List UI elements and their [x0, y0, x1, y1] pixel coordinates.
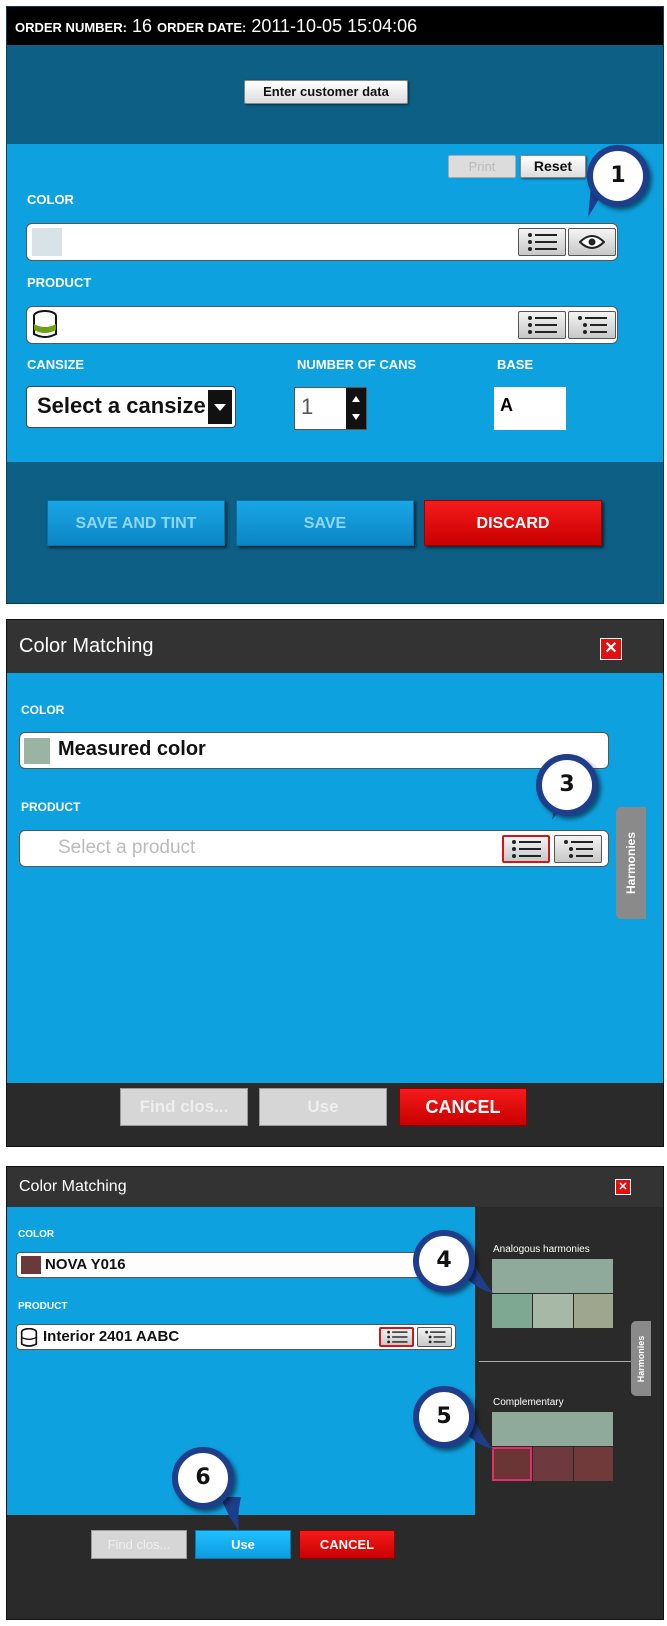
- order-form: Print Reset COLOR PRODUCT CANSIZE NUMBER…: [7, 144, 663, 462]
- product-value: Interior 2401 AABC: [43, 1328, 180, 1345]
- color-value: Measured color: [58, 738, 206, 760]
- discard-button[interactable]: DISCARD: [424, 500, 602, 546]
- color-field[interactable]: NOVA Y016: [16, 1252, 456, 1278]
- dialog-title: Color Matching: [7, 620, 663, 673]
- complementary-main-swatch[interactable]: [492, 1412, 613, 1446]
- find-closest-button[interactable]: Find clos...: [120, 1088, 248, 1126]
- color-list-button[interactable]: [518, 228, 566, 256]
- color-label: COLOR: [27, 192, 74, 207]
- order-date-label: ORDER DATE:: [157, 20, 247, 35]
- complementary-label: Complementary: [493, 1397, 564, 1408]
- tree-list-icon: [424, 1330, 445, 1344]
- paint-can-icon: [20, 1328, 38, 1347]
- list-icon: [528, 316, 557, 334]
- callout-5: 5: [413, 1386, 475, 1448]
- save-button[interactable]: SAVE: [236, 500, 414, 546]
- color-swatch: [32, 228, 62, 256]
- product-placeholder: Select a product: [58, 837, 196, 858]
- color-swatch: [21, 1256, 41, 1274]
- product-label: PRODUCT: [27, 275, 92, 290]
- callout-3: 3: [536, 754, 598, 816]
- color-field[interactable]: Measured color: [19, 732, 609, 769]
- complementary-swatch[interactable]: [533, 1447, 573, 1481]
- product-tree-button[interactable]: [568, 311, 616, 339]
- eye-icon: [579, 235, 605, 249]
- number-of-cans-value: 1: [301, 394, 314, 419]
- order-header: ORDER NUMBER: 16 ORDER DATE: 2011-10-05 …: [7, 7, 663, 45]
- use-button[interactable]: Use: [259, 1088, 387, 1126]
- harmonies-tab[interactable]: Harmonies: [616, 807, 646, 919]
- dialog-title: Color Matching: [7, 1167, 663, 1207]
- tree-list-icon: [564, 840, 593, 858]
- harmonies-tab[interactable]: Harmonies: [631, 1321, 651, 1396]
- find-closest-button[interactable]: Find clos...: [91, 1530, 187, 1559]
- reset-button[interactable]: Reset: [520, 155, 586, 178]
- stepper-down-icon[interactable]: [352, 414, 360, 420]
- stepper-arrows[interactable]: [346, 388, 366, 429]
- dialog-body: COLOR Measured color PRODUCT Select a pr…: [7, 673, 663, 1083]
- color-field[interactable]: [26, 223, 618, 261]
- product-field[interactable]: [26, 306, 618, 344]
- list-icon: [528, 233, 557, 251]
- color-matching-harmonies-dialog: Color Matching ✕ COLOR NOVA Y016 PRODUCT…: [6, 1166, 664, 1620]
- order-number: 16: [131, 16, 152, 36]
- cansize-select-value: Select a cansize: [37, 393, 206, 418]
- product-list-button[interactable]: [379, 1327, 414, 1347]
- dialog-body: COLOR NOVA Y016 PRODUCT Interior 2401 AA…: [7, 1207, 475, 1515]
- print-button[interactable]: Print: [448, 155, 516, 178]
- color-matching-dialog: Color Matching ✕ COLOR Measured color PR…: [6, 619, 664, 1147]
- cansize-select[interactable]: Select a cansize: [26, 386, 236, 428]
- chevron-down-icon[interactable]: [208, 390, 232, 424]
- product-list-button[interactable]: [502, 835, 550, 863]
- harmonies-tab-label: Harmonies: [624, 831, 638, 895]
- product-label: PRODUCT: [21, 800, 81, 814]
- color-label: COLOR: [21, 703, 65, 717]
- divider: [479, 1361, 637, 1362]
- product-tree-button[interactable]: [554, 835, 602, 863]
- order-date: 2011-10-05 15:04:06: [251, 16, 418, 36]
- close-icon[interactable]: ✕: [600, 638, 622, 660]
- list-icon: [386, 1330, 407, 1344]
- order-panel: ORDER NUMBER: 16 ORDER DATE: 2011-10-05 …: [6, 6, 664, 604]
- cancel-button[interactable]: CANCEL: [399, 1088, 527, 1126]
- list-icon: [512, 840, 541, 858]
- color-swatch: [24, 738, 50, 764]
- base-label: BASE: [497, 357, 534, 372]
- product-list-button[interactable]: [518, 311, 566, 339]
- base-value: A: [494, 387, 566, 430]
- analogous-label: Analogous harmonies: [493, 1244, 590, 1255]
- order-number-label: ORDER NUMBER:: [15, 20, 127, 35]
- callout-6: 6: [172, 1447, 234, 1509]
- save-and-tint-button[interactable]: SAVE AND TINT: [47, 500, 225, 546]
- harmonies-tab-label: Harmonies: [636, 1335, 646, 1382]
- number-of-cans-label: NUMBER OF CANS: [297, 357, 417, 372]
- analogous-swatch[interactable]: [574, 1294, 613, 1328]
- analogous-swatch[interactable]: [533, 1294, 573, 1328]
- cansize-label: CANSIZE: [27, 357, 85, 372]
- number-of-cans-stepper[interactable]: 1: [294, 387, 367, 430]
- paint-can-icon: [33, 310, 57, 338]
- enter-customer-data-button[interactable]: Enter customer data: [244, 80, 408, 104]
- color-value: NOVA Y016: [45, 1256, 126, 1273]
- callout-1: 1: [587, 145, 649, 207]
- analogous-main-swatch[interactable]: [492, 1259, 613, 1293]
- cancel-button[interactable]: CANCEL: [299, 1530, 395, 1559]
- callout-4: 4: [413, 1230, 475, 1292]
- product-tree-button[interactable]: [417, 1327, 452, 1347]
- analogous-swatch[interactable]: [492, 1294, 532, 1328]
- close-icon[interactable]: ✕: [615, 1179, 631, 1195]
- complementary-swatch[interactable]: [574, 1447, 613, 1481]
- product-label: PRODUCT: [18, 1301, 68, 1312]
- color-view-button[interactable]: [568, 228, 616, 256]
- color-label: COLOR: [18, 1229, 55, 1240]
- product-field[interactable]: Interior 2401 AABC: [16, 1324, 456, 1350]
- stepper-up-icon[interactable]: [352, 396, 360, 402]
- complementary-swatch-selected[interactable]: [492, 1447, 532, 1481]
- product-field[interactable]: Select a product: [19, 830, 609, 867]
- callout-tail: [221, 1497, 241, 1531]
- tree-list-icon: [578, 316, 607, 334]
